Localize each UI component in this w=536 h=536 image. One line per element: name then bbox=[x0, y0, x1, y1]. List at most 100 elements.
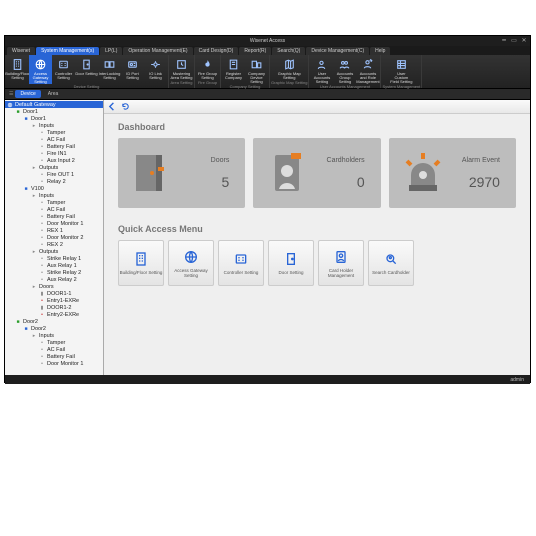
menu-tab[interactable]: Search(Q) bbox=[272, 47, 305, 55]
tree-node[interactable]: ■Door2 bbox=[5, 318, 103, 325]
tree-node[interactable]: •Aux Input 2 bbox=[5, 157, 103, 164]
tree-node[interactable]: ■V100 bbox=[5, 185, 103, 192]
ribbon-companydev[interactable]: Company Device Setting bbox=[245, 55, 268, 84]
menu-tab[interactable]: System Management(s) bbox=[36, 47, 99, 55]
tree-node[interactable]: •REX 2 bbox=[5, 241, 103, 248]
minimize-button[interactable]: ━ bbox=[500, 36, 508, 44]
tree-node[interactable]: •Aux Relay 2 bbox=[5, 276, 103, 283]
tree-node[interactable]: ▸Outputs bbox=[5, 248, 103, 255]
sidebar-tab-area[interactable]: Area bbox=[43, 90, 64, 98]
ribbon-interlock[interactable]: InterLocking Setting bbox=[98, 55, 121, 84]
tree-node[interactable]: ▸Doors bbox=[5, 283, 103, 290]
dot-icon: • bbox=[39, 130, 45, 136]
dot-r-icon: • bbox=[39, 298, 45, 304]
tree-node[interactable]: •Battery Fail bbox=[5, 353, 103, 360]
menu-tab[interactable]: Wisenet bbox=[7, 47, 35, 55]
quick-door[interactable]: Door Setting bbox=[268, 240, 314, 286]
companydev-icon bbox=[250, 57, 264, 71]
tree-node[interactable]: •Door Monitor 1 bbox=[5, 360, 103, 367]
dot-icon: • bbox=[39, 340, 45, 346]
maximize-button[interactable]: ▭ bbox=[510, 36, 518, 44]
tree-node[interactable]: ▸Inputs bbox=[5, 192, 103, 199]
tree-node[interactable]: •Entry2-EXRe bbox=[5, 311, 103, 318]
globe-icon bbox=[7, 102, 13, 108]
dashboard-card-door[interactable]: Doors5 bbox=[118, 138, 245, 208]
refresh-icon[interactable] bbox=[121, 102, 130, 111]
folder-icon: ▸ bbox=[31, 123, 37, 129]
ribbon-building[interactable]: Building/Floor Setting bbox=[6, 55, 29, 84]
main-content: Dashboard Doors5Cardholders0Alarm Event2… bbox=[104, 100, 530, 375]
tree-node[interactable]: ■Door2 bbox=[5, 325, 103, 332]
ribbon-group[interactable]: Accounts Group Setting bbox=[333, 55, 356, 84]
sq-blue-icon: ■ bbox=[23, 116, 29, 122]
tree-node[interactable]: •Aux Relay 1 bbox=[5, 262, 103, 269]
tree-node[interactable]: •AC Fail bbox=[5, 136, 103, 143]
quick-controller[interactable]: Controller Setting bbox=[218, 240, 264, 286]
tree-node[interactable]: ■Door1 bbox=[5, 115, 103, 122]
quick-search-user[interactable]: Search Cardholder bbox=[368, 240, 414, 286]
tree-node[interactable]: •Fire IN1 bbox=[5, 150, 103, 157]
tree-node[interactable]: •Strike Relay 1 bbox=[5, 255, 103, 262]
tree-node[interactable]: ■Door1 bbox=[5, 108, 103, 115]
dot-icon: • bbox=[39, 361, 45, 367]
folder-icon: ▸ bbox=[31, 249, 37, 255]
sq-blue-icon: ■ bbox=[23, 326, 29, 332]
ribbon-toolbar: Building/Floor SettingAccess Gateway Set… bbox=[5, 55, 530, 89]
quick-cardholder[interactable]: Card Holder Management bbox=[318, 240, 364, 286]
tree-node[interactable]: ▮DOOR1-2 bbox=[5, 304, 103, 311]
dot-icon: • bbox=[39, 172, 45, 178]
dot-icon: • bbox=[39, 347, 45, 353]
tree-node[interactable]: •AC Fail bbox=[5, 346, 103, 353]
interlock-icon bbox=[103, 57, 117, 71]
menu-tab[interactable]: Device Management(C) bbox=[306, 47, 369, 55]
ribbon-field[interactable]: User Custom Field Setting bbox=[390, 55, 413, 84]
menu-tab[interactable]: LP(L) bbox=[100, 47, 122, 55]
menu-tab[interactable]: Report(R) bbox=[239, 47, 271, 55]
sq-green-icon: ■ bbox=[15, 109, 21, 115]
tree-node[interactable]: •Door Monitor 2 bbox=[5, 234, 103, 241]
tree-node[interactable]: •Fire OUT 1 bbox=[5, 171, 103, 178]
tree-node[interactable]: •AC Fail bbox=[5, 206, 103, 213]
device-tree[interactable]: Default Gateway■Door1■Door1▸Inputs•Tampe… bbox=[5, 100, 104, 375]
dashboard-card-alarm[interactable]: Alarm Event2970 bbox=[389, 138, 516, 208]
quick-building[interactable]: Building/Floor Setting bbox=[118, 240, 164, 286]
tree-node[interactable]: •Relay 2 bbox=[5, 178, 103, 185]
tree-node[interactable]: ▸Inputs bbox=[5, 122, 103, 129]
menu-tab[interactable]: Operation Management(E) bbox=[123, 47, 192, 55]
title-bar: Wisenet Access ━ ▭ ✕ bbox=[5, 36, 530, 46]
dot-icon: • bbox=[39, 200, 45, 206]
tree-node[interactable]: •REX 1 bbox=[5, 227, 103, 234]
dashboard-card-cardholder[interactable]: Cardholders0 bbox=[253, 138, 380, 208]
ribbon-muster[interactable]: Mustering Area Setting bbox=[170, 55, 193, 80]
tree-node[interactable]: •Strike Relay 2 bbox=[5, 269, 103, 276]
tree-node[interactable]: •Door Monitor 1 bbox=[5, 220, 103, 227]
tree-node[interactable]: •Battery Fail bbox=[5, 213, 103, 220]
ribbon-globe[interactable]: Access Gateway Setting bbox=[29, 55, 52, 84]
sidebar-tab-device[interactable]: Device bbox=[15, 90, 40, 98]
menu-tab[interactable]: Help bbox=[370, 47, 390, 55]
ribbon-fire[interactable]: Fire Group Setting bbox=[196, 55, 219, 80]
tree-node[interactable]: ▸Inputs bbox=[5, 332, 103, 339]
ribbon-user[interactable]: User Accounts Setting bbox=[310, 55, 333, 84]
ribbon-iolink[interactable]: IO Link Setting bbox=[144, 55, 167, 84]
tree-node[interactable]: •Tamper bbox=[5, 199, 103, 206]
menu-tab[interactable]: Card Design(D) bbox=[194, 47, 239, 55]
tree-node[interactable]: •Tamper bbox=[5, 129, 103, 136]
tree-node[interactable]: ▮DOOR1-1 bbox=[5, 290, 103, 297]
close-button[interactable]: ✕ bbox=[520, 36, 528, 44]
tree-node[interactable]: ▸Outputs bbox=[5, 164, 103, 171]
ribbon-register[interactable]: Register Company bbox=[222, 55, 245, 84]
tree-node[interactable]: •Tamper bbox=[5, 339, 103, 346]
ribbon-map[interactable]: Graphic Map Setting bbox=[278, 55, 301, 80]
ribbon-controller[interactable]: Controller Setting bbox=[52, 55, 75, 84]
ribbon-role[interactable]: Accounts and Role Management bbox=[356, 55, 379, 84]
back-icon[interactable] bbox=[108, 102, 117, 111]
tree-node[interactable]: Default Gateway bbox=[5, 101, 103, 108]
iolink-icon bbox=[149, 57, 163, 71]
tree-node[interactable]: •Battery Fail bbox=[5, 143, 103, 150]
tree-node[interactable]: •Entry1-EXRe bbox=[5, 297, 103, 304]
quick-globe[interactable]: Access Gateway Setting bbox=[168, 240, 214, 286]
muster-icon bbox=[175, 57, 189, 71]
ribbon-idport[interactable]: ID Port Setting bbox=[121, 55, 144, 84]
ribbon-door[interactable]: Door Setting bbox=[75, 55, 98, 84]
